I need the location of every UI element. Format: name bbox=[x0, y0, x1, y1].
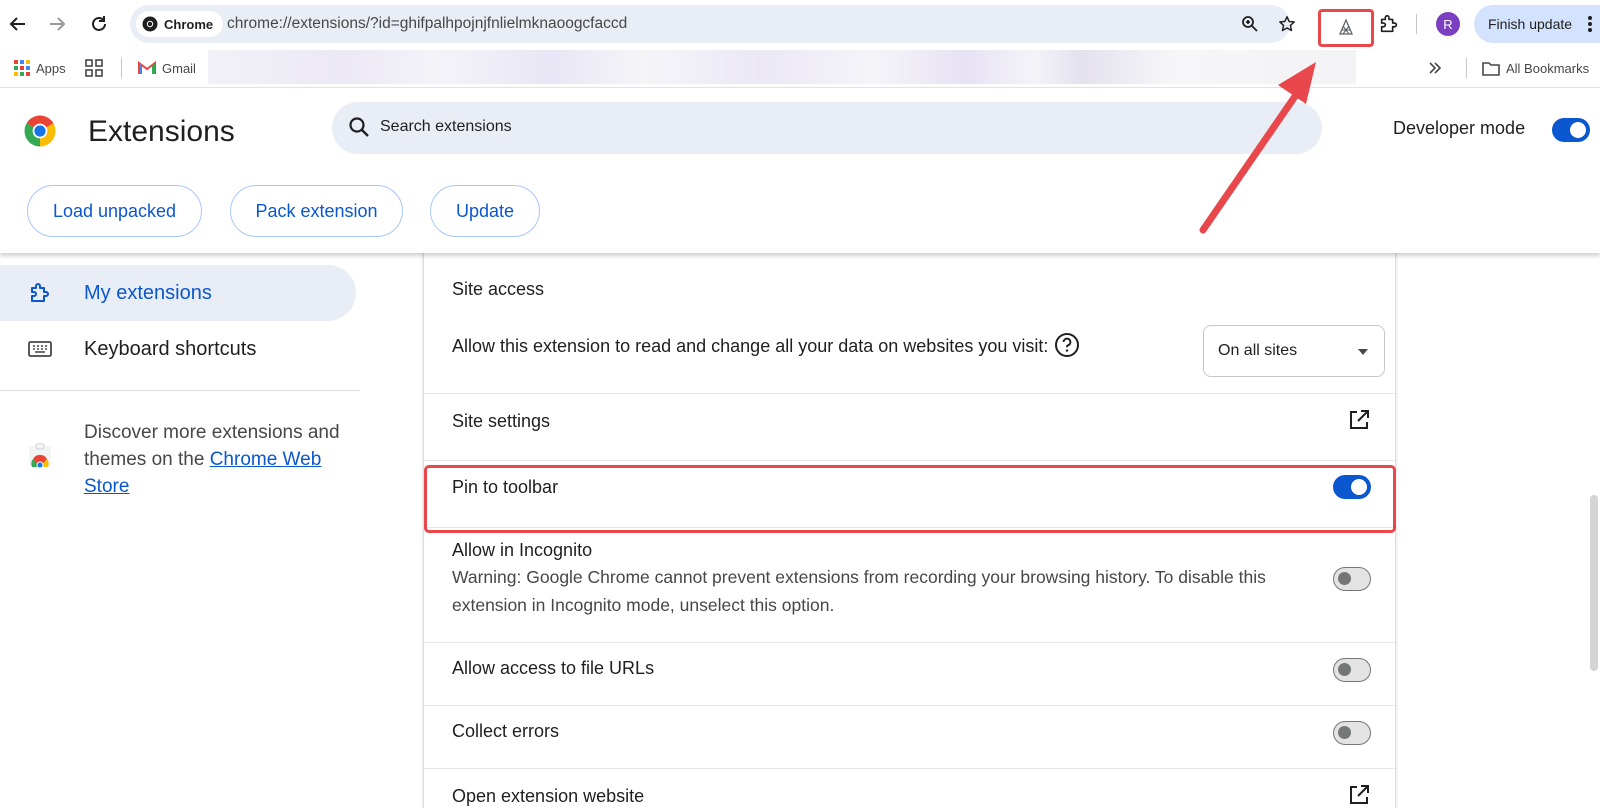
allow-incognito-toggle[interactable] bbox=[1333, 567, 1371, 591]
site-access-description: Allow this extension to read and change … bbox=[452, 336, 1049, 356]
gmail-icon bbox=[138, 61, 156, 74]
row-divider bbox=[424, 705, 1397, 706]
site-chip-label: Chrome bbox=[164, 16, 214, 32]
row-divider bbox=[424, 527, 1397, 528]
web-store-icon bbox=[29, 443, 51, 469]
finish-update-label: Finish update bbox=[1488, 16, 1573, 32]
developer-mode-label: Developer mode bbox=[1393, 118, 1526, 138]
chrome-logo-icon bbox=[24, 115, 56, 147]
apps-label: Apps bbox=[36, 60, 66, 76]
more-menu-icon[interactable] bbox=[1588, 16, 1592, 32]
open-website-label[interactable]: Open extension website bbox=[452, 786, 644, 807]
zoom-button[interactable] bbox=[1238, 12, 1262, 36]
extension-puzzle-icon bbox=[31, 283, 49, 302]
row-divider bbox=[424, 393, 1397, 394]
gmail-label: Gmail bbox=[162, 60, 196, 76]
arrow-left-icon bbox=[9, 17, 25, 31]
developer-mode-toggle[interactable] bbox=[1552, 118, 1590, 142]
tab-groups-button[interactable] bbox=[85, 57, 103, 79]
caret-down-icon bbox=[1358, 349, 1368, 355]
chevron-double-right-icon bbox=[1429, 62, 1442, 74]
site-access-value: On all sites bbox=[1218, 342, 1298, 359]
load-unpacked-button[interactable]: Load unpacked bbox=[27, 185, 202, 237]
apps-grid-icon bbox=[14, 60, 30, 76]
puzzle-icon bbox=[1380, 14, 1398, 33]
open-in-new-icon[interactable] bbox=[1347, 408, 1371, 432]
open-in-new-icon[interactable] bbox=[1347, 783, 1371, 807]
bookmarks-divider-2 bbox=[1466, 58, 1467, 78]
extensions-header: Extensions Search extensions Developer m… bbox=[0, 89, 1600, 253]
site-access-heading: Site access bbox=[452, 279, 545, 299]
file-urls-toggle[interactable] bbox=[1333, 658, 1371, 682]
reload-icon bbox=[92, 16, 106, 31]
collect-errors-toggle[interactable] bbox=[1333, 721, 1371, 745]
forward-button[interactable] bbox=[41, 8, 73, 40]
page-scrollbar[interactable] bbox=[1588, 253, 1600, 808]
gmail-bookmark[interactable]: Gmail bbox=[138, 57, 196, 79]
pin-to-toolbar-label: Pin to toolbar bbox=[452, 477, 559, 497]
help-icon[interactable] bbox=[1054, 332, 1080, 358]
finish-update-button[interactable]: Finish update bbox=[1474, 5, 1600, 43]
keyboard-icon bbox=[28, 341, 52, 357]
row-divider bbox=[424, 642, 1397, 643]
pinned-extension-icon bbox=[1339, 18, 1353, 35]
star-icon bbox=[1279, 16, 1295, 32]
file-urls-label: Allow access to file URLs bbox=[452, 658, 655, 678]
address-bar[interactable]: Chrome chrome://extensions/?id=ghifpalhp… bbox=[130, 5, 1295, 43]
all-bookmarks-label: All Bookmarks bbox=[1506, 60, 1590, 76]
site-access-dropdown[interactable]: On all sites bbox=[1203, 325, 1385, 377]
blurred-bookmarks bbox=[208, 50, 1356, 84]
discover-more-text: Discover more extensions and themes on t… bbox=[84, 419, 344, 500]
site-info-chip[interactable]: Chrome bbox=[136, 11, 224, 37]
search-placeholder: Search extensions bbox=[380, 118, 512, 135]
scrollbar-thumb[interactable] bbox=[1590, 495, 1598, 671]
zoom-icon bbox=[1242, 16, 1258, 32]
bookmarks-divider bbox=[121, 58, 122, 78]
toolbar-divider bbox=[1416, 14, 1417, 34]
extensions-menu-button[interactable] bbox=[1375, 10, 1403, 38]
allow-incognito-label: Allow in Incognito bbox=[452, 540, 593, 560]
sidebar-divider bbox=[0, 390, 360, 391]
sidebar-item-keyboard-shortcuts[interactable]: Keyboard shortcuts bbox=[0, 321, 356, 377]
update-button[interactable]: Update bbox=[430, 185, 540, 237]
grid-icon bbox=[85, 59, 103, 77]
bookmark-star-button[interactable] bbox=[1275, 12, 1299, 36]
pinned-extension-button[interactable] bbox=[1318, 9, 1374, 47]
search-input[interactable]: Search extensions bbox=[332, 102, 1322, 154]
collect-errors-label: Collect errors bbox=[452, 721, 560, 741]
bookmarks-overflow-button[interactable] bbox=[1428, 57, 1442, 79]
extension-details-card: Site access Allow this extension to read… bbox=[423, 250, 1397, 808]
site-settings-label: Site settings bbox=[452, 411, 551, 431]
bookmarks-bar: Apps Gmail All Bookmarks bbox=[0, 48, 1600, 88]
incognito-warning: Warning: Google Chrome cannot prevent ex… bbox=[452, 567, 1266, 615]
sidebar-item-label: My extensions bbox=[84, 281, 212, 304]
all-bookmarks-button[interactable]: All Bookmarks bbox=[1482, 57, 1589, 79]
apps-bookmark[interactable]: Apps bbox=[14, 57, 66, 79]
row-divider bbox=[424, 460, 1397, 461]
browser-toolbar: Chrome chrome://extensions/?id=ghifpalhp… bbox=[0, 0, 1600, 48]
url-text[interactable]: chrome://extensions/?id=ghifpalhpojnjfnl… bbox=[227, 15, 627, 33]
pack-extension-button[interactable]: Pack extension bbox=[230, 185, 403, 237]
back-button[interactable] bbox=[2, 8, 34, 40]
chrome-logo-icon bbox=[142, 16, 158, 32]
profile-avatar[interactable]: R bbox=[1436, 12, 1460, 36]
pin-to-toolbar-toggle[interactable] bbox=[1333, 475, 1371, 499]
sidebar: My extensions Keyboard shortcuts Discove… bbox=[0, 253, 360, 808]
folder-icon bbox=[1482, 61, 1500, 76]
arrow-right-icon bbox=[50, 17, 66, 31]
search-icon bbox=[349, 117, 369, 137]
page-title: Extensions bbox=[88, 115, 235, 148]
sidebar-item-label: Keyboard shortcuts bbox=[84, 337, 257, 360]
reload-button[interactable] bbox=[83, 8, 115, 40]
row-divider bbox=[424, 768, 1397, 769]
sidebar-item-my-extensions[interactable]: My extensions bbox=[0, 265, 356, 321]
